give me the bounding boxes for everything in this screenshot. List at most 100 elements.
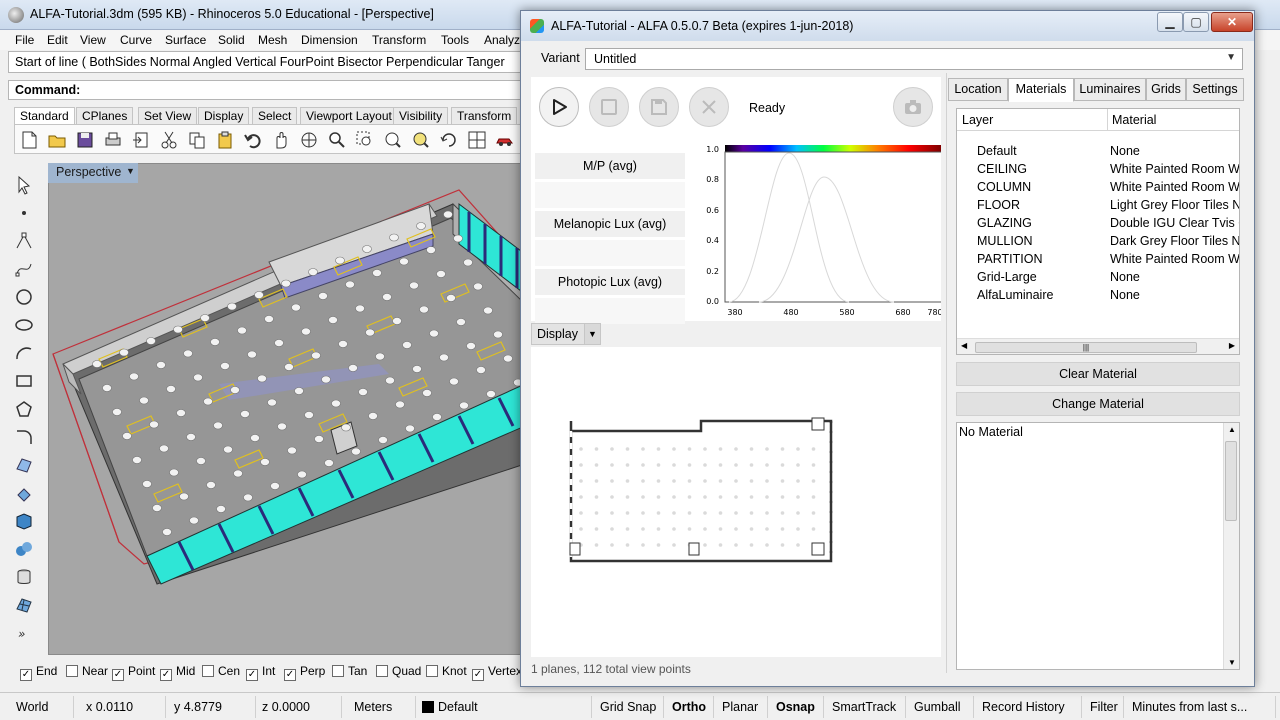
perspective-viewport[interactable] [48,163,524,655]
zoom-extents-icon[interactable] [383,130,403,150]
play-button[interactable] [539,87,579,127]
close-button[interactable]: ✕ [1211,12,1253,32]
rectangle-icon[interactable] [14,371,34,391]
scroll-left-icon[interactable]: ◀ [961,341,967,350]
minimize-button[interactable]: ▁ [1157,12,1183,32]
osnap-toggle[interactable]: Osnap [770,696,824,718]
tab-standard[interactable]: Standard [14,107,75,124]
extrude-icon[interactable] [14,483,34,503]
osnap-mid-checkbox[interactable]: ✓ [160,669,172,681]
panel-divider[interactable] [946,73,947,673]
chevron-down-icon[interactable]: ▼ [584,324,600,344]
paste-icon[interactable] [215,130,235,150]
table-row[interactable]: Default None [957,142,1239,160]
tab-cplanes[interactable]: CPlanes [76,107,134,124]
sphere-solid-icon[interactable] [14,539,34,559]
menu-mesh[interactable]: Mesh [258,33,287,47]
import-icon[interactable] [131,130,151,150]
viewport-menu-chevron-icon[interactable]: ▼ [126,166,135,176]
horizontal-scrollbar[interactable]: ◀ ||| ▶ [957,338,1239,354]
osnap-end-checkbox[interactable]: ✓ [20,669,32,681]
osnap-cen[interactable]: Cen [202,664,240,678]
point-icon[interactable] [14,203,34,223]
ellipse-icon[interactable] [14,315,34,335]
more-tools-icon[interactable]: » [14,623,34,643]
smarttrack-toggle[interactable]: SmartTrack [826,696,906,718]
scroll-right-icon[interactable]: ▶ [1229,341,1235,350]
column-separator[interactable] [1107,109,1108,131]
scroll-down-icon[interactable]: ▼ [1228,658,1236,667]
surface-icon[interactable] [14,455,34,475]
open-file-icon[interactable] [47,130,67,150]
layer-status[interactable]: Default [416,696,592,718]
osnap-tan-checkbox[interactable] [332,665,344,677]
ortho-toggle[interactable]: Ortho [666,696,714,718]
viewport-title[interactable]: Perspective ▼ [48,163,138,183]
header-material[interactable]: Material [1112,113,1156,127]
units-status[interactable]: Meters [348,696,416,718]
tab-transform[interactable]: Transform [451,107,518,124]
osnap-vertex-checkbox[interactable]: ✓ [472,669,484,681]
filter-toggle[interactable]: Filter [1084,696,1124,718]
menu-surface[interactable]: Surface [165,33,206,47]
table-row[interactable]: PARTITION White Painted Room Wa [957,250,1239,268]
zoom-window-icon[interactable] [355,130,375,150]
pan-hand-icon[interactable] [271,130,291,150]
osnap-cen-checkbox[interactable] [202,665,214,677]
tab-visibility[interactable]: Visibility [393,107,449,124]
tab-display[interactable]: Display [198,107,250,124]
variant-select[interactable]: Untitled ▼ [585,48,1243,70]
undo-icon[interactable] [243,130,263,150]
new-file-icon[interactable] [19,130,39,150]
zoom-selected-icon[interactable] [411,130,431,150]
planar-toggle[interactable]: Planar [716,696,768,718]
osnap-point-checkbox[interactable]: ✓ [112,669,124,681]
menu-solid[interactable]: Solid [218,33,245,47]
osnap-tan[interactable]: Tan [332,664,367,678]
osnap-near[interactable]: Near [66,664,108,678]
tab-viewport-layout[interactable]: Viewport Layout [300,107,398,124]
save-results-button[interactable] [639,87,679,127]
scroll-thumb[interactable] [1225,441,1237,521]
record-history-toggle[interactable]: Record History [976,696,1082,718]
tab-materials[interactable]: Materials [1008,78,1074,102]
menu-analyze[interactable]: Analyz [484,33,520,47]
copy-icon[interactable] [187,130,207,150]
osnap-near-checkbox[interactable] [66,665,78,677]
osnap-quad[interactable]: Quad [376,664,421,678]
maximize-button[interactable]: ▢ [1183,12,1209,32]
display-dropdown[interactable]: Display ▼ [531,323,601,345]
polygon-icon[interactable] [14,399,34,419]
four-viewports-icon[interactable] [467,130,487,150]
osnap-int[interactable]: ✓ Int [246,664,275,681]
plan-view[interactable] [531,347,941,657]
tab-settings[interactable]: Settings [1186,78,1244,101]
render-car-icon[interactable] [495,130,515,150]
table-row[interactable]: MULLION Dark Grey Floor Tiles No [957,232,1239,250]
table-row[interactable]: AlfaLuminaire None [957,286,1239,304]
table-row[interactable]: Grid-Large None [957,268,1239,286]
menu-dimension[interactable]: Dimension [301,33,358,47]
table-row[interactable]: CEILING White Painted Room Wa [957,160,1239,178]
rotate-view-icon[interactable] [299,130,319,150]
table-row[interactable]: FLOOR Light Grey Floor Tiles No [957,196,1239,214]
select-arrow-icon[interactable] [14,175,34,195]
menu-view[interactable]: View [80,33,106,47]
arc-icon[interactable] [14,343,34,363]
box-solid-icon[interactable] [14,511,34,531]
cplane-status[interactable]: World [10,696,74,718]
rotate-icon[interactable] [439,130,459,150]
menu-tools[interactable]: Tools [441,33,469,47]
osnap-point[interactable]: ✓ Point [112,664,155,681]
change-material-button[interactable]: Change Material [956,392,1240,416]
circle-icon[interactable] [14,287,34,307]
vertical-scrollbar[interactable]: ▲ ▼ [1223,423,1239,669]
stop-button[interactable] [589,87,629,127]
osnap-end[interactable]: ✓ End [20,664,57,681]
alfa-title-bar[interactable]: ALFA-Tutorial - ALFA 0.5.0.7 Beta (expir… [521,11,1254,41]
menu-edit[interactable]: Edit [47,33,68,47]
cylinder-icon[interactable] [14,567,34,587]
zoom-icon[interactable] [327,130,347,150]
osnap-vertex[interactable]: ✓ Vertex [472,664,522,681]
tab-grids[interactable]: Grids [1146,78,1186,101]
